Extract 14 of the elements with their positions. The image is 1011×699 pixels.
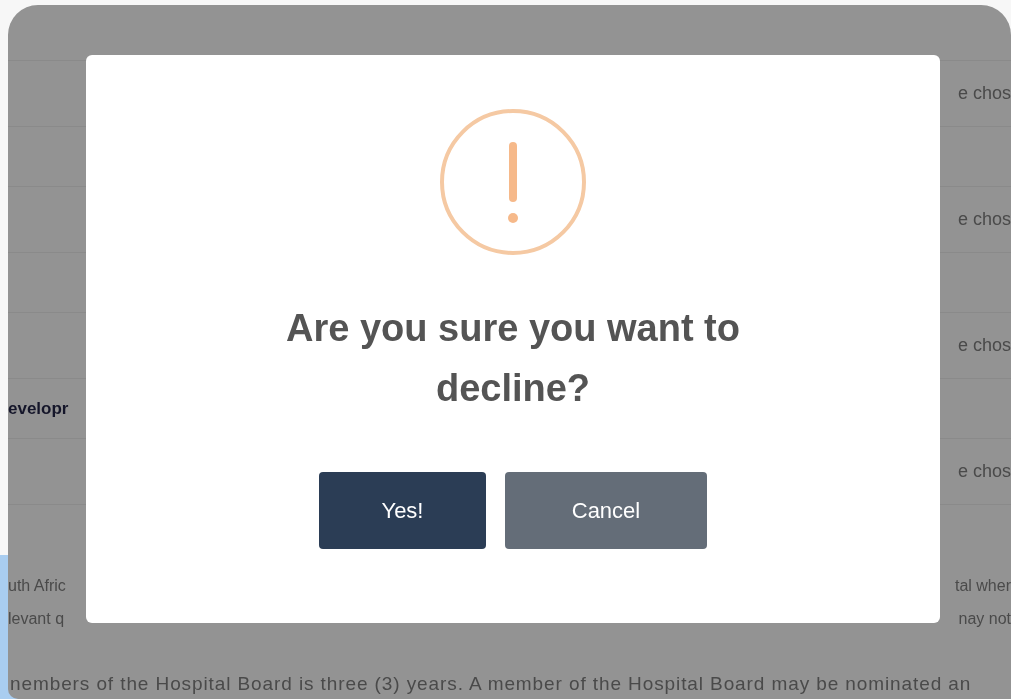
row-value: e chos [957, 335, 1011, 356]
paragraph-text: nay not [958, 610, 1011, 629]
paragraph-text: nembers of the Hospital Board is three (3) years. A member of the Hospital Board may be nominated an [9, 673, 973, 695]
paragraph-text: tal wher [954, 577, 1011, 596]
row-value: e chos [957, 83, 1011, 104]
row-value: e chos [957, 461, 1011, 482]
paragraph-text: uth Afric [8, 577, 66, 596]
warning-icon [439, 108, 587, 256]
row-label: evelopr [8, 398, 69, 419]
cancel-button[interactable]: Cancel [505, 472, 707, 549]
dialog-title: Are you sure you want to decline? [285, 306, 741, 411]
paragraph-text: levant q [8, 610, 65, 629]
row-value: e chos [957, 209, 1011, 230]
confirm-button[interactable]: Yes! [319, 472, 486, 549]
